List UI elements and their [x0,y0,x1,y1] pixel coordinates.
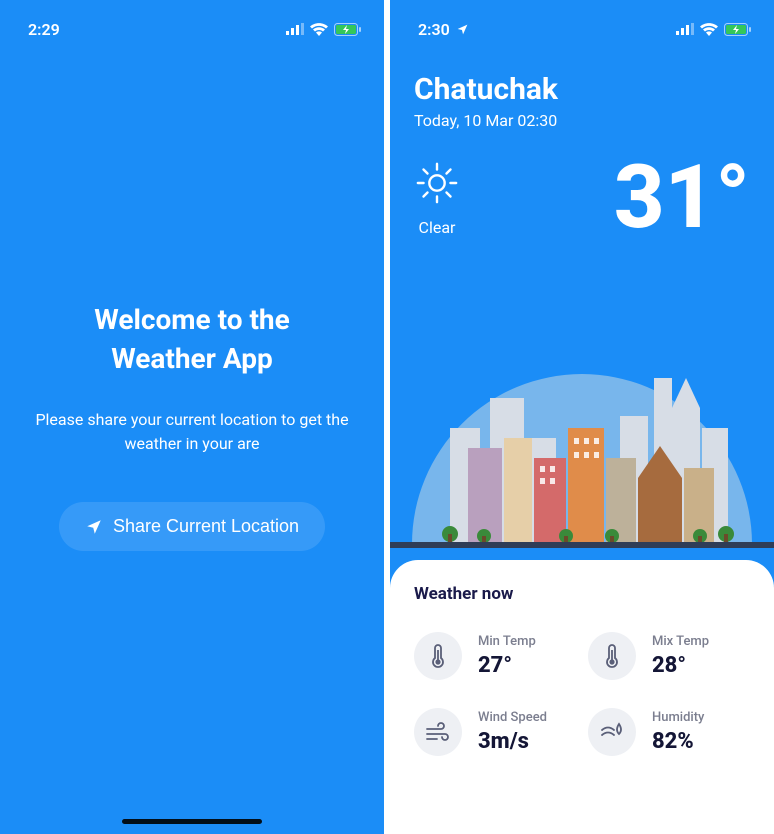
date-time: Today, 10 Mar 02:30 [390,111,774,130]
welcome-title: Welcome to the Weather App [28,300,356,378]
status-bar: 2:29 [0,0,384,44]
status-time-wrap: 2:30 [418,20,469,39]
home-indicator[interactable] [122,819,262,824]
sun-icon [414,160,460,206]
condition-label: Clear [419,218,456,237]
metric-min-temp: Min Temp 27° [414,632,576,680]
welcome-screen: 2:29 Welcome to the Weather App Please s… [0,0,384,834]
weather-detail-screen: 2:30 Chatuchak Today, 10 Mar 02:30 [390,0,774,834]
status-bar: 2:30 [390,0,774,44]
metric-humidity: Humidity 82% [588,708,750,756]
metric-wind: Wind Speed 3m/s [414,708,576,756]
wind-value: 3m/s [478,729,547,754]
max-temp-label: Mix Temp [652,634,709,649]
wind-label: Wind Speed [478,710,547,725]
cellular-signal-icon [676,23,694,35]
thermometer-icon [414,632,462,680]
status-icons [676,23,752,36]
current-temp: 31° [614,154,750,242]
location-arrow-icon [85,518,103,536]
share-location-label: Share Current Location [113,516,299,537]
thermometer-icon [588,632,636,680]
metric-max-temp: Mix Temp 28° [588,632,750,680]
status-time: 2:30 [418,20,450,39]
status-icons [286,23,362,36]
battery-charging-icon [724,23,752,36]
share-location-button[interactable]: Share Current Location [59,502,325,551]
welcome-title-line2: Weather App [111,342,273,375]
city-illustration [390,338,774,568]
humidity-value: 82% [652,729,704,754]
battery-charging-icon [334,23,362,36]
welcome-subtitle: Please share your current location to ge… [28,408,356,456]
cellular-signal-icon [286,23,304,35]
status-time: 2:29 [28,20,60,39]
location-arrow-icon [456,23,469,36]
card-title: Weather now [414,584,750,604]
location-name: Chatuchak [390,44,774,111]
min-temp-value: 27° [478,653,536,678]
welcome-title-line1: Welcome to the [94,303,289,336]
humidity-icon [588,708,636,756]
wind-icon [414,708,462,756]
weather-now-card: Weather now Min Temp 27° Mix Temp 28° [390,560,774,834]
wifi-icon [700,23,718,36]
wifi-icon [310,23,328,36]
max-temp-value: 28° [652,653,709,678]
humidity-label: Humidity [652,710,704,725]
min-temp-label: Min Temp [478,634,536,649]
